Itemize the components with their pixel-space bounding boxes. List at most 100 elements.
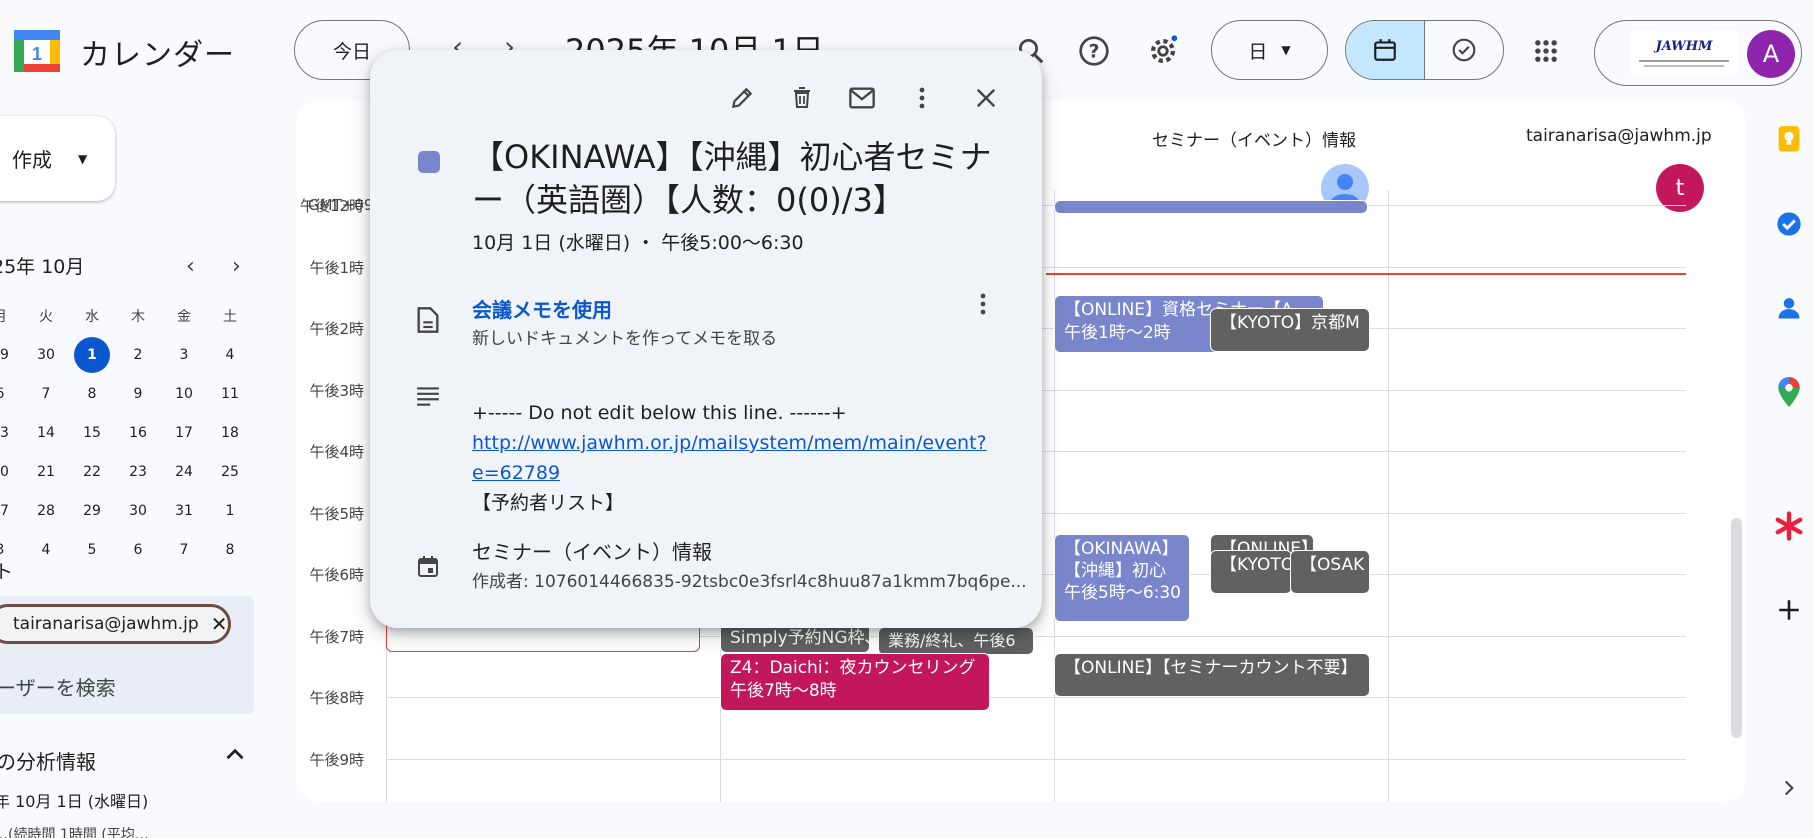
calendar-icon xyxy=(412,550,444,582)
column-divider xyxy=(1054,190,1055,802)
caret-down-icon: ▼ xyxy=(78,151,88,166)
meeting-notes-link[interactable]: 会議メモを使用 xyxy=(472,294,612,323)
mini-calendar-day[interactable]: 30 xyxy=(23,347,69,363)
maps-icon[interactable] xyxy=(1771,374,1807,410)
mini-calendar-day[interactable]: 10 xyxy=(161,386,207,402)
meeting-notes-subtext: 新しいドキュメントを作ってメモを取る xyxy=(472,329,778,349)
event-block[interactable] xyxy=(1054,200,1368,214)
mini-calendar-day[interactable]: 27 xyxy=(0,503,23,519)
mini-calendar-week: 131415161718 xyxy=(0,413,253,452)
mini-calendar-day[interactable]: 25 xyxy=(207,464,253,480)
mini-calendar-day[interactable]: 21 xyxy=(23,464,69,480)
help-icon[interactable]: ? xyxy=(1069,26,1119,76)
notes-more-icon[interactable] xyxy=(968,282,998,326)
mini-calendar-day[interactable]: 3 xyxy=(161,347,207,363)
account-avatar[interactable]: A xyxy=(1747,30,1795,78)
mini-calendar-day[interactable]: 18 xyxy=(207,425,253,441)
svg-text:1: 1 xyxy=(32,44,42,64)
section-label: ト xyxy=(0,561,14,583)
mini-calendar-day[interactable]: 3 xyxy=(0,542,23,558)
settings-icon[interactable] xyxy=(1138,26,1188,76)
hour-label: 午後7時 xyxy=(309,627,364,646)
mini-calendar-day[interactable]: 6 xyxy=(0,386,23,402)
mini-calendar-day[interactable]: 2 xyxy=(115,347,161,363)
chevron-up-icon[interactable] xyxy=(222,742,248,772)
mini-calendar-day[interactable]: 8 xyxy=(207,542,253,558)
description-icon xyxy=(412,380,444,412)
description-text: +----- Do not edit below this line. ----… xyxy=(472,402,847,424)
description-text: 【予約者リスト】 xyxy=(472,492,625,514)
mini-calendar-day[interactable]: 15 xyxy=(69,425,115,441)
user-chip[interactable]: tairanarisa@jawhm.jp ✕ xyxy=(0,604,231,644)
email-icon[interactable] xyxy=(840,76,884,120)
mini-next-icon[interactable]: › xyxy=(232,254,241,279)
account-switcher[interactable]: JAWHM A xyxy=(1594,20,1802,86)
event-title: 【沖縄】初心 xyxy=(1064,561,1166,581)
mini-calendar-day[interactable]: 5 xyxy=(69,542,115,558)
tasks-view-icon[interactable] xyxy=(1425,21,1503,79)
more-options-icon[interactable] xyxy=(900,76,944,120)
mini-calendar-week: 67891011 xyxy=(0,374,253,413)
close-icon[interactable]: ✕ xyxy=(211,612,228,636)
create-button[interactable]: 作成 ▼ xyxy=(0,116,115,201)
mini-calendar-day[interactable]: 1 xyxy=(69,336,115,373)
mini-calendar-day[interactable]: 4 xyxy=(23,542,69,558)
chevron-right-icon[interactable] xyxy=(1771,770,1807,806)
event-block[interactable]: 【ONLINE】【セミナーカウント不要】 xyxy=(1054,653,1370,697)
mini-calendar-day[interactable]: 24 xyxy=(161,464,207,480)
keep-icon[interactable] xyxy=(1771,122,1807,158)
event-link[interactable]: http://www.jawhm.or.jp/mailsystem/mem/ma… xyxy=(472,428,1012,488)
event-block-selected[interactable]: 【OKINAWA】 【沖縄】初心 午後5時～6:30 xyxy=(1054,534,1190,622)
mini-calendar-day[interactable]: 13 xyxy=(0,425,23,441)
apps-icon[interactable] xyxy=(1521,26,1571,76)
mini-calendar-day[interactable]: 6 xyxy=(115,542,161,558)
asterisk-addon-icon[interactable] xyxy=(1771,508,1807,544)
mini-calendar-day[interactable]: 7 xyxy=(161,542,207,558)
mini-prev-icon[interactable]: ‹ xyxy=(186,254,195,279)
mini-calendar-day[interactable]: 29 xyxy=(0,347,23,363)
user-search-input[interactable]: ーザーを検索 xyxy=(0,672,116,701)
event-block[interactable]: 【KYOTO xyxy=(1210,550,1292,594)
mini-calendar-day[interactable]: 14 xyxy=(23,425,69,441)
hour-label: 午後1時 xyxy=(309,258,364,277)
analytics-date: 年 10月 1日 (水曜日) xyxy=(0,792,149,811)
mini-calendar-week: 27282930311 xyxy=(0,491,253,530)
analytics-summary: …(続時間 1時間 (平均… xyxy=(0,827,149,838)
mini-calendar-day[interactable]: 7 xyxy=(23,386,69,402)
edit-icon[interactable] xyxy=(720,76,764,120)
calendar-view-icon[interactable] xyxy=(1346,21,1425,79)
mini-calendar-week: 202122232425 xyxy=(0,452,253,491)
calendar-logo-icon[interactable]: 1 xyxy=(12,28,62,74)
mini-calendar-day[interactable]: 20 xyxy=(0,464,23,480)
delete-icon[interactable] xyxy=(780,76,824,120)
event-block[interactable]: 【KYOTO】京都M xyxy=(1210,308,1370,352)
scrollbar[interactable] xyxy=(1731,518,1742,738)
mini-calendar-day[interactable]: 23 xyxy=(115,464,161,480)
event-description: +----- Do not edit below this line. ----… xyxy=(472,398,1012,518)
event-block[interactable]: 業務/終礼、午後6 xyxy=(878,627,1034,655)
tasks-icon[interactable] xyxy=(1771,206,1807,242)
weekday-label: 月 xyxy=(0,306,23,326)
mini-calendar-day[interactable]: 16 xyxy=(115,425,161,441)
event-block[interactable]: 【OSAK xyxy=(1290,550,1370,594)
add-addon-icon[interactable] xyxy=(1771,592,1807,628)
mini-calendar-day[interactable]: 22 xyxy=(69,464,115,480)
mini-calendar-day[interactable]: 28 xyxy=(23,503,69,519)
event-calendar-name: セミナー（イベント）情報 xyxy=(472,540,712,564)
mini-calendar-day[interactable]: 17 xyxy=(161,425,207,441)
event-block[interactable]: Z4：Daichi：夜カウンセリング 午後7時～8時 xyxy=(720,653,990,711)
hour-label: 午後8時 xyxy=(309,689,364,707)
mini-calendar-day[interactable]: 29 xyxy=(69,503,115,519)
view-select[interactable]: 日 ▼ xyxy=(1211,20,1328,80)
mini-calendar-day[interactable]: 8 xyxy=(69,386,115,402)
mini-calendar-day[interactable]: 1 xyxy=(207,503,253,519)
event-datetime: 10月 1日 (水曜日) ・ 午後5:00～6:30 xyxy=(472,232,804,254)
analytics-title[interactable]: の分析情報 xyxy=(0,746,96,775)
contacts-icon[interactable] xyxy=(1771,290,1807,326)
close-icon[interactable] xyxy=(964,76,1008,120)
mini-calendar-day[interactable]: 30 xyxy=(115,503,161,519)
mini-calendar-day[interactable]: 11 xyxy=(207,386,253,402)
mini-calendar-day[interactable]: 4 xyxy=(207,347,253,363)
mini-calendar-day[interactable]: 31 xyxy=(161,503,207,519)
mini-calendar-day[interactable]: 9 xyxy=(115,386,161,402)
